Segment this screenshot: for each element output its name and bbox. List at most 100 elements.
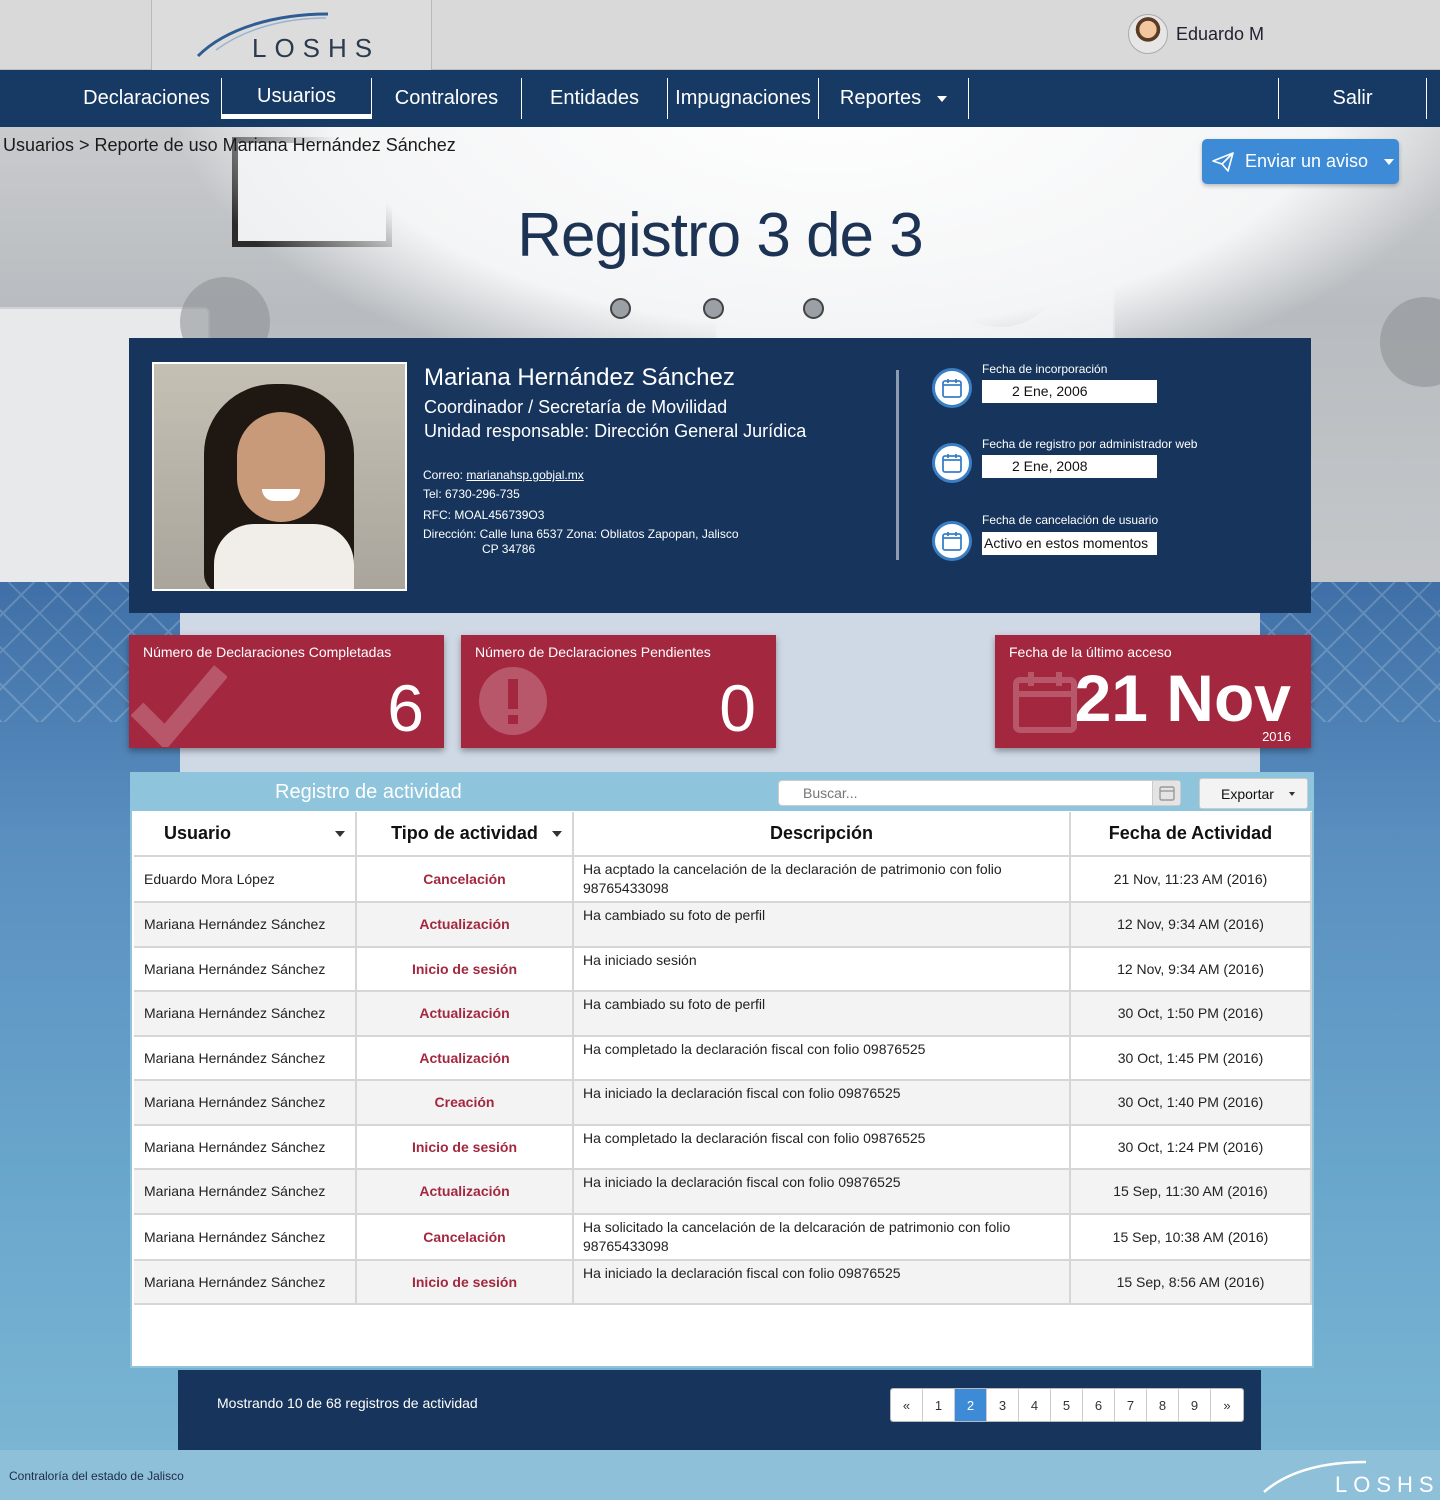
nav-item-impugnaciones[interactable]: Impugnaciones [668,78,819,119]
stat-value: 6 [387,671,424,745]
page-button[interactable]: 9 [1179,1389,1211,1421]
cell-date: 12 Nov, 9:34 AM (2016) [1070,946,1312,992]
table-row[interactable]: Mariana Hernández Sánchez Inicio de sesió… [134,1124,1312,1170]
email-link[interactable]: marianahsp.gobjal.mx [466,468,583,482]
chevron-down-icon[interactable] [552,831,562,837]
cell-user: Mariana Hernández Sánchez [134,1169,357,1215]
column-header-fecha[interactable]: Fecha de Actividad [1070,812,1312,857]
cell-type: Cancelación [356,1213,574,1261]
page-button[interactable]: 5 [1051,1389,1083,1421]
profile-photo [152,362,407,591]
cell-date: 15 Sep, 8:56 AM (2016) [1070,1259,1312,1305]
nav-item-label: Impugnaciones [675,87,811,109]
cell-type: Creación [356,1080,574,1126]
column-header-descripcion[interactable]: Descripción [573,812,1071,857]
cell-date: 15 Sep, 10:38 AM (2016) [1070,1213,1312,1261]
cell-user: Mariana Hernández Sánchez [134,1259,357,1305]
app-header: LOSHS Eduardo M [0,0,1440,70]
profile-role: Coordinador / Secretaría de Movilidad [424,397,728,417]
page-button[interactable]: 1 [923,1389,955,1421]
footer-text: Contraloría del estado de Jalisco [9,1469,184,1483]
carousel-dot[interactable] [703,298,724,319]
page-footer: Contraloría del estado de Jalisco LOSHS [0,1450,1440,1500]
calendar-icon[interactable] [932,443,972,483]
cell-date: 21 Nov, 11:23 AM (2016) [1070,856,1312,903]
nav-item-declaraciones[interactable]: Declaraciones [72,78,222,119]
table-row[interactable]: Mariana Hernández Sánchez Actualización Ha… [134,902,1312,948]
cell-description: Ha acptado la cancelación de la declarac… [573,856,1071,903]
table-row[interactable]: Mariana Hernández Sánchez Inicio de sesió… [134,1259,1312,1305]
column-label: Tipo de actividad [391,823,538,843]
page-button-active[interactable]: 2 [955,1389,987,1421]
activity-panel: Registro de actividad Exportar Usuario T… [130,772,1314,1368]
cell-date: 15 Sep, 11:30 AM (2016) [1070,1169,1312,1215]
table-row[interactable]: Mariana Hernández Sánchez Inicio de sesió… [134,946,1312,992]
logo-text: LOSHS [252,33,381,63]
cell-description: Ha completado la declaración fiscal con … [573,1035,1071,1081]
column-header-usuario[interactable]: Usuario [134,812,357,857]
chevron-down-icon [1288,791,1295,796]
page-button[interactable]: 7 [1115,1389,1147,1421]
email-label: Correo: [423,468,467,482]
profile-card: Mariana Hernández Sánchez Coordinador / … [129,338,1311,613]
profile-tel: Tel: 6730-296-735 [423,487,520,501]
user-name: Eduardo M [1176,23,1265,44]
page-button[interactable]: 3 [987,1389,1019,1421]
calendar-icon[interactable] [932,368,972,408]
cell-user: Mariana Hernández Sánchez [134,1213,357,1261]
page-button[interactable]: 8 [1147,1389,1179,1421]
cell-description: Ha cambiado su foto de perfil [573,902,1071,948]
cell-type: Inicio de sesión [356,946,574,992]
table-row[interactable]: Mariana Hernández Sánchez Actualización Ha… [134,1035,1312,1081]
search-input[interactable] [779,781,1149,805]
pagination-bar: Mostrando 10 de 68 registros de activida… [178,1370,1261,1450]
profile-cp: CP 34786 [482,542,536,556]
calendar-icon[interactable] [932,521,972,561]
page-next-button[interactable]: » [1211,1389,1243,1421]
export-button[interactable]: Exportar [1199,778,1308,809]
carousel-dot[interactable] [803,298,824,319]
nav-item-usuarios[interactable]: Usuarios [222,78,372,119]
cell-type: Actualización [356,902,574,948]
nav-item-salir[interactable]: Salir [1278,78,1427,119]
cell-date: 30 Oct, 1:50 PM (2016) [1070,991,1312,1037]
chevron-down-icon[interactable] [1384,158,1395,165]
profile-address: Dirección: Calle luna 6537 Zona: Obliato… [423,527,739,541]
table-row[interactable]: Mariana Hernández Sánchez Cancelación Ha s… [134,1213,1312,1261]
cell-user: Mariana Hernández Sánchez [134,902,357,948]
profile-rfc: RFC: MOAL456739O3 [423,508,545,522]
cell-type: Inicio de sesión [356,1124,574,1170]
nav-item-contralores[interactable]: Contralores [372,78,522,119]
cell-type: Actualización [356,1169,574,1215]
send-notice-button[interactable]: Enviar un aviso [1202,139,1399,184]
column-label: Usuario [164,823,232,843]
table-row[interactable]: Eduardo Mora López Cancelación Ha acptado … [134,856,1312,903]
nav-item-reportes[interactable]: Reportes [819,78,969,119]
logo[interactable]: LOSHS [152,0,432,70]
date-label: Fecha de cancelación de usuario [982,513,1159,527]
table-header-row: Usuario Tipo de actividad Descripción Fe… [134,812,1312,857]
cell-user: Mariana Hernández Sánchez [134,1035,357,1081]
cell-description: Ha solicitado la cancelación de la delca… [573,1213,1071,1261]
checkmark-icon [131,665,227,747]
column-header-tipo[interactable]: Tipo de actividad [356,812,574,857]
date-value: 2 Ene, 2006 [982,380,1157,403]
page-prev-button[interactable]: « [891,1389,923,1421]
breadcrumb[interactable]: Usuarios > Reporte de uso Mariana Hernán… [3,135,456,156]
chevron-down-icon[interactable] [335,831,345,837]
nav-item-label: Declaraciones [83,87,210,109]
page-button[interactable]: 6 [1083,1389,1115,1421]
column-label: Fecha de Actividad [1108,823,1273,843]
page-button[interactable]: 4 [1019,1389,1051,1421]
cell-user: Mariana Hernández Sánchez [134,1124,357,1170]
cell-date: 30 Oct, 1:45 PM (2016) [1070,1035,1312,1081]
table-row[interactable]: Mariana Hernández Sánchez Creación Ha inic… [134,1080,1312,1126]
chevron-down-icon [937,95,948,102]
user-menu[interactable]: Eduardo M [1128,14,1264,54]
table-row[interactable]: Mariana Hernández Sánchez Actualización Ha… [134,1169,1312,1215]
carousel-dot[interactable] [610,298,631,319]
date-picker-button[interactable] [1152,781,1180,805]
nav-item-entidades[interactable]: Entidades [522,78,668,119]
cell-description: Ha iniciado la declaración fiscal con fo… [573,1080,1071,1126]
table-row[interactable]: Mariana Hernández Sánchez Actualización Ha… [134,991,1312,1037]
